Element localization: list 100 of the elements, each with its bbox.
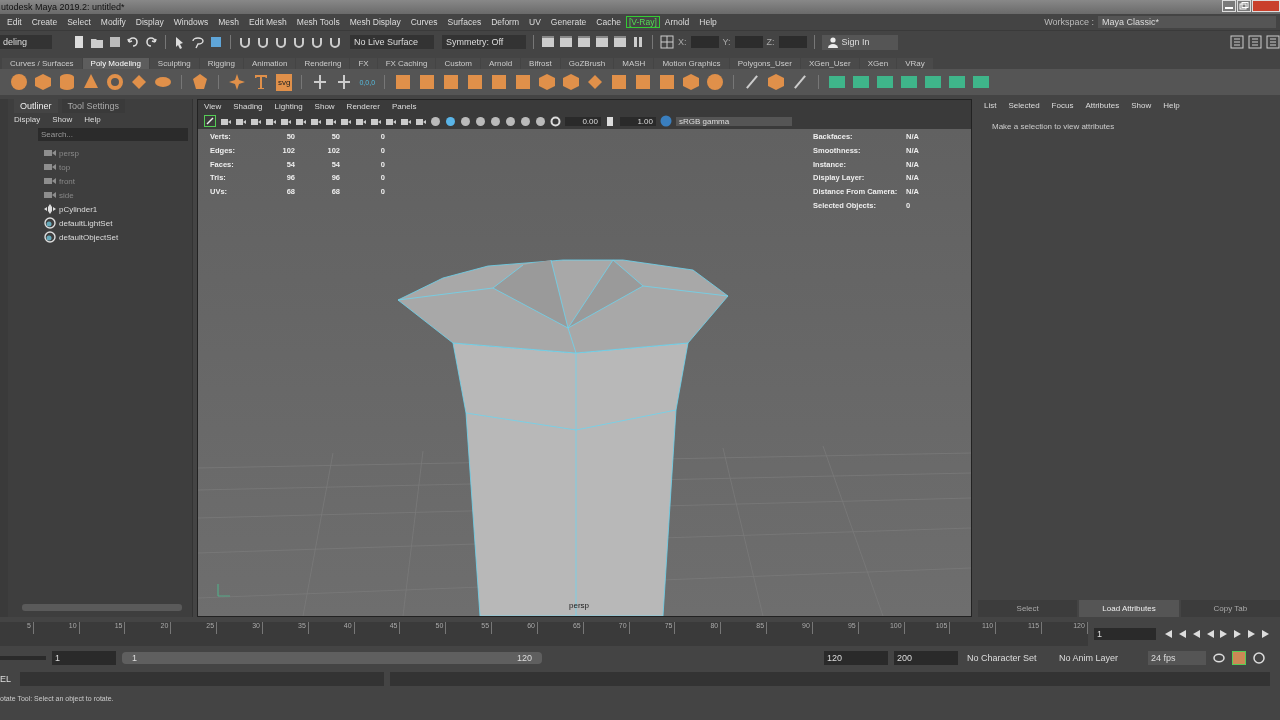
cube-icon[interactable] <box>562 73 581 91</box>
menu-item[interactable]: Help <box>694 17 722 27</box>
close-button[interactable] <box>1252 0 1280 12</box>
shelf-tab[interactable]: Motion Graphics <box>654 58 729 69</box>
shelf-tab[interactable]: FX <box>350 58 377 69</box>
shelf-tab[interactable]: Arnold <box>481 58 521 69</box>
plane-icon[interactable] <box>130 73 148 91</box>
horizontal-scrollbar[interactable] <box>22 604 182 611</box>
restore-button[interactable] <box>1237 0 1251 12</box>
shelf-tab[interactable]: Custom <box>436 58 480 69</box>
menu-item[interactable]: Mesh Tools <box>291 17 345 27</box>
shelf-tab[interactable]: Rendering <box>296 58 350 69</box>
menu-item[interactable]: Attributes <box>1085 101 1120 110</box>
gamma-field[interactable]: 1.00 <box>620 116 656 126</box>
magnet-icon[interactable] <box>238 35 252 49</box>
animation-end-field[interactable]: 200 <box>894 651 958 665</box>
uv-icon[interactable] <box>972 73 991 91</box>
menu-item[interactable]: [V-Ray] <box>625 16 660 28</box>
shading-mode-icon[interactable] <box>460 115 471 127</box>
uv-icon[interactable] <box>948 73 967 91</box>
playback-end-field[interactable]: 120 <box>824 651 888 665</box>
select-camera-icon[interactable] <box>204 115 216 127</box>
menu-item[interactable]: Show <box>52 115 73 124</box>
menu-item[interactable]: Focus <box>1051 101 1074 110</box>
menu-item[interactable]: Show <box>1131 101 1152 110</box>
shading-mode-icon[interactable] <box>490 115 501 127</box>
panel-tab[interactable]: Tool Settings <box>61 99 126 113</box>
shading-mode-icon[interactable] <box>520 115 531 127</box>
menu-item[interactable]: Modify <box>95 17 131 27</box>
menu-item[interactable]: View <box>204 102 222 111</box>
command-language-label[interactable]: EL <box>0 674 14 684</box>
uv-icon[interactable] <box>828 73 847 91</box>
cube-icon[interactable] <box>34 73 52 91</box>
shelf-tab[interactable]: MASH <box>614 58 654 69</box>
shading-mode-icon[interactable] <box>535 115 546 127</box>
menu-item[interactable]: Lighting <box>274 102 303 111</box>
attribute-editor-button[interactable]: Load Attributes <box>1079 600 1179 617</box>
magnet-icon[interactable] <box>328 35 342 49</box>
minimize-button[interactable] <box>1222 0 1236 12</box>
panel-tab[interactable]: Outliner <box>14 99 58 113</box>
shelf-tab[interactable]: GoZBrush <box>560 58 614 69</box>
color-management-icon[interactable] <box>660 115 672 127</box>
menu-item[interactable]: Select <box>62 17 96 27</box>
menu-item[interactable]: List <box>984 101 997 110</box>
uv-icon[interactable] <box>924 73 943 91</box>
file-icon[interactable] <box>72 35 86 49</box>
sphere-icon[interactable] <box>10 73 28 91</box>
loop-icon[interactable] <box>1212 652 1226 664</box>
menu-item[interactable]: Curves <box>405 17 443 27</box>
shelf-tab[interactable]: XGen <box>859 58 897 69</box>
shelf-tab[interactable]: Polygons_User <box>729 58 800 69</box>
menu-item[interactable]: Windows <box>168 17 214 27</box>
shelf-tab[interactable]: Sculpting <box>149 58 199 69</box>
menu-item[interactable]: Arnold <box>659 17 695 27</box>
menu-item[interactable]: Mesh <box>213 17 244 27</box>
uv-icon[interactable] <box>852 73 871 91</box>
menu-item[interactable]: Help <box>84 115 101 124</box>
panel-icon[interactable] <box>1266 35 1280 49</box>
magnet-icon[interactable] <box>292 35 306 49</box>
magnet-icon[interactable] <box>310 35 324 49</box>
cylinder-icon[interactable] <box>58 73 76 91</box>
shelf-tab[interactable]: Poly Modeling <box>82 58 149 69</box>
frame-rate-dropdown[interactable]: 24 fps <box>1148 651 1206 665</box>
pause-icon[interactable] <box>631 35 645 49</box>
cube-icon[interactable] <box>682 73 701 91</box>
outliner-item[interactable]: defaultObjectSet <box>59 232 119 242</box>
magnet-icon[interactable] <box>256 35 270 49</box>
current-frame-field[interactable]: 1 <box>1094 628 1156 640</box>
playback-start-field[interactable]: 1 <box>52 651 116 665</box>
symmetry-dropdown[interactable]: Symmetry: Off <box>442 35 526 49</box>
menu-item[interactable]: Selected <box>1008 101 1040 110</box>
menu-item[interactable]: Deform <box>486 17 525 27</box>
menu-item[interactable]: Edit <box>2 17 27 27</box>
star-icon[interactable] <box>228 73 246 91</box>
workspace-dropdown[interactable]: Maya Classic* <box>1098 16 1276 28</box>
shading-mode-icon[interactable] <box>505 115 516 127</box>
live-surface-field[interactable]: No Live Surface <box>350 35 434 49</box>
menu-item[interactable]: Display <box>130 17 169 27</box>
magnet-icon[interactable] <box>274 35 288 49</box>
preferences-icon[interactable] <box>1252 651 1266 665</box>
menu-item[interactable]: Show <box>314 102 335 111</box>
shading-mode-icon[interactable] <box>430 115 441 127</box>
playback-range-bar[interactable]: 1 120 <box>122 652 542 664</box>
text-icon[interactable] <box>252 73 270 91</box>
shelf-tab[interactable]: VRay <box>897 58 933 69</box>
outliner-item[interactable]: pCylinder1 <box>59 204 98 214</box>
menu-item[interactable]: Generate <box>545 17 592 27</box>
sphere-icon[interactable] <box>706 73 725 91</box>
cube-icon[interactable] <box>767 73 786 91</box>
menu-item[interactable]: Mesh Display <box>344 17 406 27</box>
character-set-dropdown[interactable]: No Character Set <box>964 651 1050 665</box>
svg-tool-icon[interactable]: svg <box>276 73 293 91</box>
sign-in-dropdown[interactable]: Sign In <box>821 34 898 50</box>
color-space-dropdown[interactable]: sRGB gamma <box>676 116 792 126</box>
shelf-tab[interactable]: XGen_User <box>800 58 859 69</box>
menu-item[interactable]: Display <box>14 115 41 124</box>
search-field[interactable]: Search... <box>38 128 188 141</box>
menu-item[interactable]: Create <box>26 17 63 27</box>
panel-icon[interactable] <box>1230 35 1244 49</box>
coordinate-field[interactable] <box>690 36 719 48</box>
